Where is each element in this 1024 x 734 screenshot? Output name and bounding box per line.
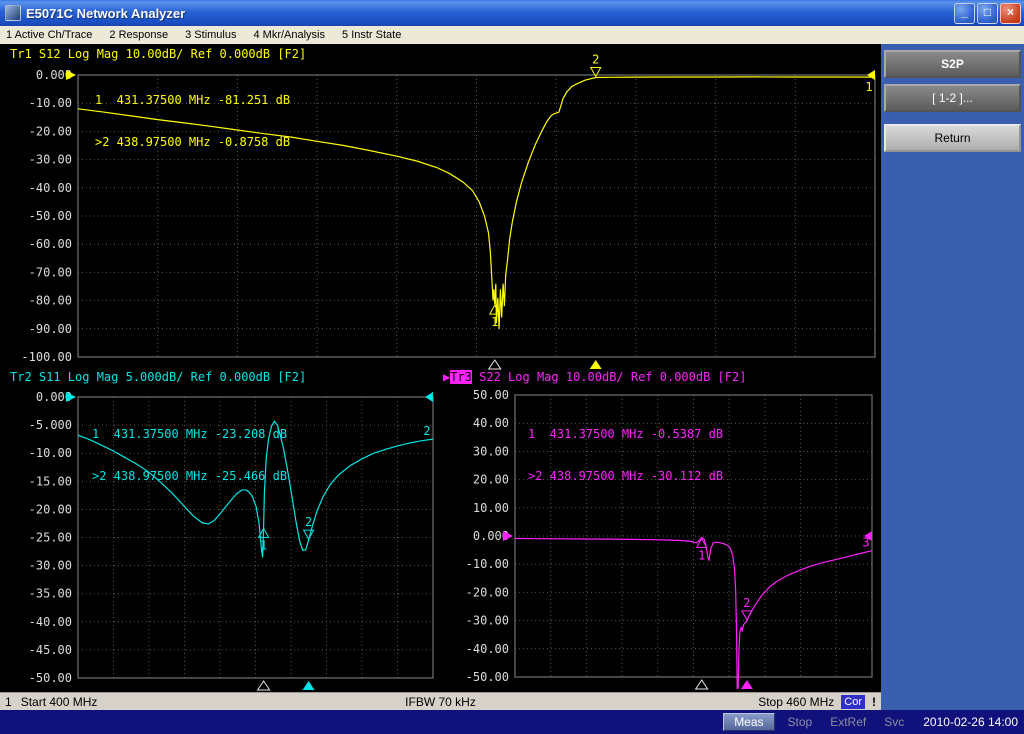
trace3-header[interactable]: ▶Tr3 S22 Log Mag 10.00dB/ Ref 0.000dB [F…: [443, 370, 746, 384]
trace1-header[interactable]: Tr1 S12 Log Mag 10.00dB/ Ref 0.000dB [F2…: [10, 47, 306, 61]
y-axis-label: -30.00: [29, 559, 72, 573]
trace-number: 2: [423, 424, 430, 438]
y-axis-label: -40.00: [466, 642, 509, 656]
trace2-title: S11 Log Mag 5.000dB/ Ref 0.000dB [F2]: [32, 370, 307, 384]
marker-readout-line: 1 431.37500 MHz -0.5387 dB: [528, 427, 723, 441]
y-axis-label: -30.00: [29, 153, 72, 167]
y-axis-label: -50.00: [29, 671, 72, 685]
y-axis-label: -50.00: [466, 670, 509, 684]
softkey-return[interactable]: Return: [884, 124, 1021, 152]
clock: 2010-02-26 14:00: [923, 715, 1018, 729]
trace2-header[interactable]: Tr2 S11 Log Mag 5.000dB/ Ref 0.000dB [F2…: [10, 370, 306, 384]
trace1-title: S12 Log Mag 10.00dB/ Ref 0.000dB [F2]: [32, 47, 307, 61]
marker-2-number: 2: [592, 52, 599, 66]
menu-response[interactable]: 2 Response: [109, 29, 168, 41]
y-axis-label: -50.00: [29, 209, 72, 223]
y-axis-label: -10.00: [29, 96, 72, 110]
marker-1-number: 1: [698, 549, 705, 563]
trace-s22: [515, 538, 872, 689]
trace1-label: Tr1: [10, 47, 32, 61]
ref-level-right-indicator: [867, 70, 875, 80]
marker-2-number: 2: [743, 596, 750, 610]
y-axis-label: -5.000: [29, 418, 72, 432]
y-axis-label: -40.00: [29, 181, 72, 195]
menu-instr-state[interactable]: 5 Instr State: [342, 29, 401, 41]
minimize-button[interactable]: _: [954, 3, 975, 24]
active-marker-stimulus-indicator: [590, 360, 602, 369]
y-axis-label: -90.00: [29, 322, 72, 336]
softkey-menu: S2P [ 1-2 ]... Return: [881, 44, 1024, 710]
marker-stimulus-indicator: [696, 680, 708, 689]
marker-readout-line: >2 438.97500 MHz -0.8758 dB: [95, 135, 290, 149]
app-icon: [5, 5, 21, 21]
y-axis-label: -20.00: [466, 585, 509, 599]
y-axis-label: 40.00: [473, 416, 509, 430]
y-axis-label: -20.00: [29, 502, 72, 516]
active-marker-stimulus-indicator: [303, 681, 315, 690]
active-marker-stimulus-indicator: [741, 680, 753, 689]
y-axis-label: -30.00: [466, 614, 509, 628]
ifbw-indicator: IFBW 70 kHz: [0, 695, 881, 709]
marker-readout-line: >2 438.97500 MHz -25.466 dB: [92, 469, 287, 483]
y-axis-label: -100.00: [21, 350, 72, 364]
marker-stimulus-indicator: [258, 681, 270, 690]
marker-2-indicator: [304, 530, 314, 539]
trace-number: 1: [865, 80, 872, 94]
y-axis-label: -35.00: [29, 587, 72, 601]
restore-button[interactable]: □: [977, 3, 998, 24]
y-axis-label: -70.00: [29, 265, 72, 279]
meas-button[interactable]: Meas: [723, 713, 774, 731]
y-axis-label: -20.00: [29, 124, 72, 138]
stop-frequency: Stop 460 MHz: [758, 695, 834, 709]
softkey-file-1-2[interactable]: [ 1-2 ]...: [884, 84, 1021, 112]
trace-number: 3: [862, 536, 869, 550]
trace1-marker-readout: 1 431.37500 MHz -81.251 dB >2 438.97500 …: [95, 65, 290, 177]
y-axis-label: -25.00: [29, 531, 72, 545]
marker-readout-line: 1 431.37500 MHz -81.251 dB: [95, 93, 290, 107]
window-title: E5071C Network Analyzer: [26, 6, 952, 21]
y-axis-label: -80.00: [29, 294, 72, 308]
marker-readout-line: 1 431.37500 MHz -23.208 dB: [92, 427, 287, 441]
y-axis-label: -40.00: [29, 615, 72, 629]
title-bar: E5071C Network Analyzer _ □ ×: [0, 0, 1024, 26]
marker-stimulus-indicator: [489, 360, 501, 369]
trace2-marker-readout: 1 431.37500 MHz -23.208 dB >2 438.97500 …: [92, 399, 287, 511]
trace3-marker-readout: 1 431.37500 MHz -0.5387 dB >2 438.97500 …: [528, 399, 723, 511]
y-axis-label: -15.00: [29, 474, 72, 488]
y-axis-label: 50.00: [473, 388, 509, 402]
trace3-title: S22 Log Mag 10.00dB/ Ref 0.000dB [F2]: [472, 370, 747, 384]
svc-indicator[interactable]: Svc: [879, 715, 909, 729]
marker-1-number: 1: [260, 538, 267, 552]
trace2-label: Tr2: [10, 370, 32, 384]
marker-1-number: 1: [491, 315, 498, 329]
trace3-label: Tr3: [450, 370, 472, 384]
y-axis-label: -10.00: [466, 557, 509, 571]
ref-level-right-indicator: [425, 392, 433, 402]
y-axis-label: 30.00: [473, 444, 509, 458]
menu-mkr-analysis[interactable]: 4 Mkr/Analysis: [253, 29, 325, 41]
taskbar: Meas Stop ExtRef Svc 2010-02-26 14:00: [0, 710, 1024, 734]
softkey-s2p[interactable]: S2P: [884, 50, 1021, 78]
menu-bar: 1 Active Ch/Trace 2 Response 3 Stimulus …: [0, 26, 1024, 44]
menu-active-ch-trace[interactable]: 1 Active Ch/Trace: [6, 29, 92, 41]
y-axis-label: -10.00: [29, 446, 72, 460]
extref-indicator[interactable]: ExtRef: [825, 715, 871, 729]
y-axis-label: 10.00: [473, 501, 509, 515]
close-button[interactable]: ×: [1000, 3, 1021, 24]
menu-stimulus[interactable]: 3 Stimulus: [185, 29, 236, 41]
alert-indicator: !: [872, 695, 876, 709]
marker-2-number: 2: [305, 515, 312, 529]
y-axis-label: 20.00: [473, 473, 509, 487]
analyzer-screen: 0.000-10.00-20.00-30.00-40.00-50.00-60.0…: [0, 44, 881, 692]
status-bar: 1 Start 400 MHz IFBW 70 kHz Stop 460 MHz…: [0, 692, 881, 710]
y-axis-label: -45.00: [29, 643, 72, 657]
stop-indicator[interactable]: Stop: [783, 715, 818, 729]
y-axis-label: -60.00: [29, 237, 72, 251]
correction-badge: Cor: [841, 695, 865, 709]
marker-readout-line: >2 438.97500 MHz -30.112 dB: [528, 469, 723, 483]
